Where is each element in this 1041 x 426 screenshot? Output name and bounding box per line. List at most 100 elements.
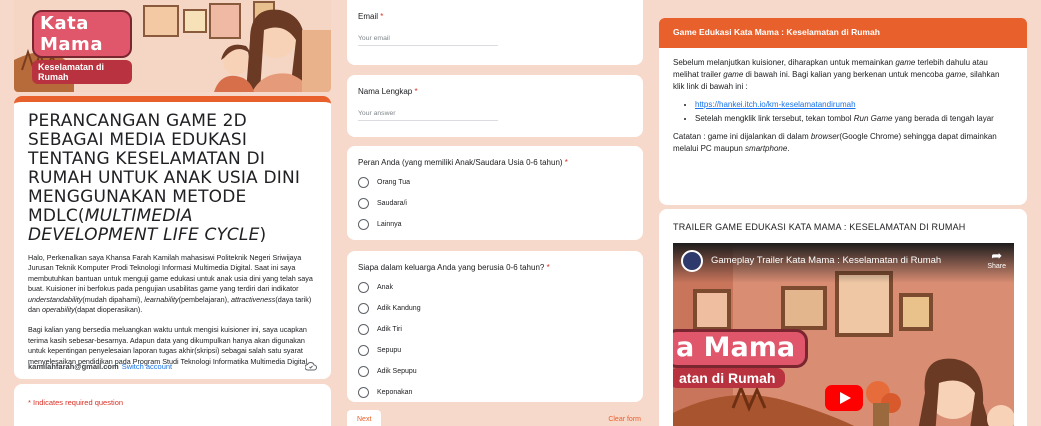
form-title-end: ): [259, 225, 267, 245]
bullet-text: Setelah mengklik link tersebut, tekan to…: [695, 114, 854, 123]
next-button[interactable]: Next: [347, 410, 382, 426]
list-item: Setelah mengklik link tersebut, tekan to…: [695, 113, 1013, 125]
desc-italic: understandability: [28, 294, 83, 304]
email-field[interactable]: Your email: [358, 35, 498, 46]
required-star: *: [380, 12, 384, 21]
desc-text: (pembelajaran),: [178, 294, 231, 304]
youtube-video-embed[interactable]: Gameplay Trailer Kata Mama : Keselamatan…: [673, 243, 1014, 426]
role-label: Peran Anda (yang memiliki Anak/Saudara U…: [358, 158, 632, 167]
form-intro-panel: Kata Mama Keselamatan di Rumah PERANCANG…: [14, 0, 331, 426]
family-label: Siapa dalam keluarga Anda yang berusia 0…: [358, 263, 632, 272]
trailer-card: TRAILER GAME EDUKASI KATA MAMA : KESELAM…: [659, 209, 1027, 426]
radio-option-adik-kandung[interactable]: Adik Kandung: [358, 303, 632, 314]
play-icon[interactable]: [825, 385, 863, 411]
option-label: Lainnya: [377, 221, 402, 228]
share-button[interactable]: ➦ Share: [987, 248, 1006, 271]
required-star: *: [414, 87, 418, 96]
questions-panel: Email * Your email Nama Lengkap * Your a…: [347, 0, 643, 426]
list-item: https://hankei.itch.io/km-keselamatandir…: [695, 99, 1013, 111]
radio-option-anak[interactable]: Anak: [358, 282, 632, 293]
option-label: Orang Tua: [377, 179, 411, 186]
role-label-text: Peran Anda (yang memiliki Anak/Saudara U…: [358, 158, 563, 167]
form-header-card: PERANCANGAN GAME 2D SEBAGAI MEDIA EDUKAS…: [14, 96, 331, 379]
email-label-text: Email: [358, 12, 379, 21]
email-label: Email *: [358, 12, 632, 21]
share-label: Share: [987, 263, 1006, 270]
note-italic: browser: [810, 132, 840, 141]
radio-option-adik-sepupu[interactable]: Adik Sepupu: [358, 366, 632, 377]
option-label: Anak: [377, 284, 393, 291]
intro-italic: game: [723, 70, 744, 79]
intro-text: Sebelum melanjutkan kuisioner, diharapka…: [673, 58, 896, 67]
radio-button[interactable]: [358, 198, 369, 209]
option-label: Sepupu: [377, 347, 402, 354]
instruction-list: https://hankei.itch.io/km-keselamatandir…: [695, 99, 1013, 125]
option-label: Adik Tiri: [377, 326, 402, 333]
desc-italic: operability: [42, 305, 75, 315]
name-question-card: Nama Lengkap * Your answer: [347, 75, 643, 137]
name-label-text: Nama Lengkap: [358, 87, 413, 96]
intro-text: di bawah ini. Bagi kalian yang berkenan …: [743, 70, 946, 79]
email-question-card: Email * Your email: [347, 0, 643, 65]
required-note-card: * Indicates required question: [14, 384, 331, 426]
game-section-panel: Game Edukasi Kata Mama : Keselamatan di …: [659, 18, 1027, 426]
form-title: PERANCANGAN GAME 2D SEBAGAI MEDIA EDUKAS…: [28, 112, 317, 245]
radio-button[interactable]: [358, 282, 369, 293]
option-label: Saudara/i: [377, 200, 407, 207]
video-logo-title: a Mama: [673, 329, 809, 368]
radio-button[interactable]: [358, 219, 369, 230]
name-field[interactable]: Your answer: [358, 110, 498, 121]
family-label-text: Siapa dalam keluarga Anda yang berusia 0…: [358, 263, 545, 272]
option-label: Keponakan: [377, 389, 413, 396]
role-question-card: Peran Anda (yang memiliki Anak/Saudara U…: [347, 146, 643, 240]
intro-italic: game: [945, 70, 966, 79]
radio-option-saudara[interactable]: Saudara/i: [358, 198, 632, 209]
desc-text: (dapat dioperasikan).: [74, 305, 143, 315]
trailer-title: TRAILER GAME EDUKASI KATA MAMA : KESELAM…: [673, 222, 966, 232]
radio-button[interactable]: [358, 177, 369, 188]
share-icon: ➦: [991, 248, 1003, 263]
desc-italic: attractiveness: [230, 294, 276, 304]
note-text: .: [787, 144, 790, 153]
cloud-saved-icon: [305, 362, 317, 371]
channel-avatar[interactable]: [681, 250, 703, 272]
option-label: Adik Kandung: [377, 305, 421, 312]
radio-button[interactable]: [358, 303, 369, 314]
radio-option-adik-tiri[interactable]: Adik Tiri: [358, 324, 632, 335]
video-logo-subtitle: atan di Rumah: [673, 368, 786, 388]
account-email: kamilahfarah@gmail.com: [28, 361, 119, 371]
radio-option-sepupu[interactable]: Sepupu: [358, 345, 632, 356]
required-star: *: [564, 158, 568, 167]
note-italic: smartphone: [745, 144, 788, 153]
desc-text: Halo, Perkenalkan saya Khansa Farah Kami…: [28, 253, 313, 294]
bullet-text: yang berada di tengah layar: [892, 114, 994, 123]
game-link[interactable]: https://hankei.itch.io/km-keselamatandir…: [695, 100, 856, 109]
logo-title: Kata Mama: [32, 10, 132, 58]
header-banner-image: Kata Mama Keselamatan di Rumah: [14, 0, 331, 92]
desc-text: (mudah dipahami),: [82, 294, 145, 304]
kata-mama-logo: Kata Mama Keselamatan di Rumah: [32, 10, 132, 85]
account-email-line: kamilahfarah@gmail.com Switch account: [28, 362, 172, 371]
name-label: Nama Lengkap *: [358, 87, 632, 96]
form-description: Halo, Perkenalkan saya Khansa Farah Kami…: [28, 253, 317, 367]
form-description-p1: Halo, Perkenalkan saya Khansa Farah Kami…: [28, 253, 317, 315]
section-header: Game Edukasi Kata Mama : Keselamatan di …: [659, 18, 1027, 48]
clear-form-button[interactable]: Clear form: [608, 410, 643, 426]
section-note: Catatan : game ini dijalankan di dalam b…: [673, 131, 1013, 155]
video-title[interactable]: Gameplay Trailer Kata Mama : Keselamatan…: [711, 255, 941, 266]
radio-button[interactable]: [358, 345, 369, 356]
radio-button[interactable]: [358, 324, 369, 335]
radio-button[interactable]: [358, 387, 369, 398]
section-intro: Sebelum melanjutkan kuisioner, diharapka…: [673, 57, 1013, 93]
section-body: Sebelum melanjutkan kuisioner, diharapka…: [659, 48, 1027, 205]
logo-subtitle: Keselamatan di Rumah: [32, 60, 132, 84]
family-question-card: Siapa dalam keluarga Anda yang berusia 0…: [347, 251, 643, 402]
radio-option-lainnya[interactable]: Lainnya: [358, 219, 632, 230]
radio-option-orang-tua[interactable]: Orang Tua: [358, 177, 632, 188]
switch-account-link[interactable]: Switch account: [122, 362, 172, 371]
option-label: Adik Sepupu: [377, 368, 417, 375]
account-row: kamilahfarah@gmail.com Switch account: [28, 361, 317, 371]
radio-button[interactable]: [358, 366, 369, 377]
radio-option-keponakan[interactable]: Keponakan: [358, 387, 632, 398]
required-star: *: [546, 263, 550, 272]
